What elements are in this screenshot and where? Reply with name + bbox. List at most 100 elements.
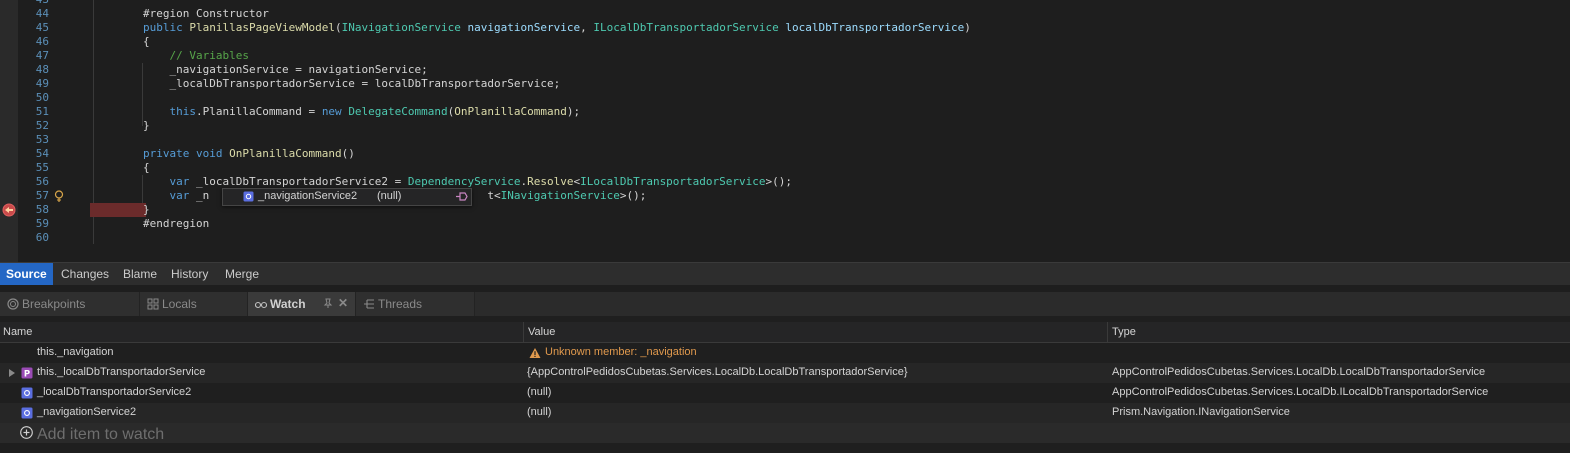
code-line[interactable]: 56 var _localDbTransportadorService2 = D… bbox=[0, 175, 1570, 189]
line-number[interactable]: 54 bbox=[20, 147, 49, 161]
code-line[interactable]: 52 } bbox=[0, 119, 1570, 133]
line-number[interactable]: 52 bbox=[20, 119, 49, 133]
column-divider[interactable] bbox=[1107, 322, 1108, 342]
tab-watch[interactable]: Watch ✕ bbox=[248, 292, 356, 316]
property-icon: P bbox=[21, 367, 33, 379]
line-number[interactable]: 56 bbox=[20, 175, 49, 189]
code-line[interactable]: 55 { bbox=[0, 161, 1570, 175]
line-number[interactable]: 59 bbox=[20, 217, 49, 231]
code-text[interactable]: #region Constructor bbox=[90, 7, 269, 21]
pin-icon[interactable] bbox=[455, 191, 469, 202]
code-token: INavigationService bbox=[341, 21, 468, 34]
tab-breakpoints[interactable]: Breakpoints bbox=[0, 292, 140, 316]
code-line[interactable]: 46 { bbox=[0, 35, 1570, 49]
code-line[interactable]: 44 #region Constructor bbox=[0, 7, 1570, 21]
line-number[interactable]: 44 bbox=[20, 7, 49, 21]
code-token: , bbox=[580, 21, 594, 34]
column-type[interactable]: Type bbox=[1112, 326, 1136, 338]
datatip-name: _navigationService2 bbox=[258, 190, 358, 202]
watch-row-value[interactable]: (null) bbox=[527, 406, 551, 418]
code-text[interactable]: #endregion bbox=[90, 217, 209, 231]
code-line[interactable]: 53 bbox=[0, 133, 1570, 147]
pin-tab-icon[interactable] bbox=[323, 297, 333, 309]
breakpoint-current-icon[interactable] bbox=[2, 203, 16, 217]
code-text[interactable]: public PlanillasPageViewModel(INavigatio… bbox=[90, 21, 971, 35]
expand-triangle-icon[interactable] bbox=[6, 367, 18, 379]
code-line[interactable]: 60 bbox=[0, 231, 1570, 245]
line-number[interactable]: 49 bbox=[20, 77, 49, 91]
code-line[interactable]: 49 _localDbTransportadorService = localD… bbox=[0, 77, 1570, 91]
code-token: private void bbox=[142, 147, 230, 160]
tab-locals[interactable]: Locals bbox=[140, 292, 248, 316]
watch-row[interactable]: _navigationService2 (null) Prism.Navigat… bbox=[0, 403, 1570, 423]
line-number[interactable]: 47 bbox=[20, 49, 49, 63]
add-watch-row[interactable]: Add item to watch bbox=[0, 423, 1570, 443]
code-line[interactable]: 48 _navigationService = navigationServic… bbox=[0, 63, 1570, 77]
code-token: _n bbox=[195, 189, 210, 202]
source-view-tabs: Source Changes Blame History Merge bbox=[0, 262, 1570, 285]
watch-row-value[interactable]: Unknown member: _navigation bbox=[545, 346, 697, 358]
line-number[interactable]: 57 bbox=[20, 189, 49, 203]
line-number[interactable]: 60 bbox=[20, 231, 49, 245]
watch-row[interactable]: P this._localDbTransportadorService {App… bbox=[0, 363, 1570, 383]
tab-changes[interactable]: Changes bbox=[55, 263, 115, 285]
code-editor[interactable]: 4344 #region Constructor45 public Planil… bbox=[0, 0, 1570, 262]
line-number[interactable]: 43 bbox=[20, 0, 49, 7]
watch-row[interactable]: _localDbTransportadorService2 (null) App… bbox=[0, 383, 1570, 403]
watch-row[interactable]: this._navigation Unknown member: _naviga… bbox=[0, 343, 1570, 363]
code-text[interactable]: _localDbTransportadorService = localDbTr… bbox=[90, 77, 560, 91]
tab-source[interactable]: Source bbox=[0, 263, 53, 285]
code-line[interactable]: 51 this.PlanillaCommand = new DelegateCo… bbox=[0, 105, 1570, 119]
code-text[interactable]: private void OnPlanillaCommand() bbox=[90, 147, 355, 161]
watch-row-name[interactable]: this._navigation bbox=[37, 346, 113, 358]
tab-threads[interactable]: Threads bbox=[356, 292, 475, 316]
code-token: { bbox=[142, 35, 150, 48]
code-text[interactable]: { bbox=[90, 161, 150, 175]
tab-history[interactable]: History bbox=[165, 263, 214, 285]
line-number[interactable]: 50 bbox=[20, 91, 49, 105]
code-line[interactable]: 43 bbox=[0, 0, 1570, 7]
code-token: _navigationService = navigationService; bbox=[142, 63, 428, 76]
column-divider[interactable] bbox=[523, 322, 524, 342]
watch-row-value[interactable]: (null) bbox=[527, 386, 551, 398]
line-number[interactable]: 58 bbox=[20, 203, 49, 217]
tab-blame[interactable]: Blame bbox=[117, 263, 163, 285]
watch-row-name[interactable]: _localDbTransportadorService2 bbox=[37, 386, 191, 398]
code-text[interactable]: { bbox=[90, 35, 150, 49]
code-line[interactable]: 47 // Variables bbox=[0, 49, 1570, 63]
code-text[interactable]: // Variables bbox=[90, 49, 248, 63]
watch-row-value[interactable]: {AppControlPedidosCubetas.Services.Local… bbox=[527, 366, 908, 378]
line-number[interactable]: 55 bbox=[20, 161, 49, 175]
column-name[interactable]: Name bbox=[3, 326, 32, 338]
line-number[interactable]: 51 bbox=[20, 105, 49, 119]
line-number[interactable]: 48 bbox=[20, 63, 49, 77]
code-text[interactable]: } bbox=[90, 119, 150, 133]
line-number[interactable]: 53 bbox=[20, 133, 49, 147]
line-number[interactable]: 46 bbox=[20, 35, 49, 49]
code-line[interactable]: 59 #endregion bbox=[0, 217, 1570, 231]
code-text[interactable]: } bbox=[90, 203, 150, 217]
code-text[interactable]: var _localDbTransportadorService2 = Depe… bbox=[90, 175, 792, 189]
watch-row-name[interactable]: this._localDbTransportadorService bbox=[37, 366, 205, 378]
lightbulb-icon[interactable] bbox=[52, 189, 66, 203]
datatip[interactable]: _navigationService2 (null) bbox=[222, 188, 472, 206]
code-token: { bbox=[142, 161, 150, 174]
code-text[interactable]: this.PlanillaCommand = new DelegateComma… bbox=[90, 105, 580, 119]
code-text[interactable]: _navigationService = navigationService; bbox=[90, 63, 428, 77]
watch-row-name[interactable]: _navigationService2 bbox=[37, 406, 136, 418]
add-circle-icon[interactable] bbox=[20, 426, 33, 439]
svg-text:P: P bbox=[24, 369, 30, 379]
line-number[interactable]: 45 bbox=[20, 21, 49, 35]
close-tab-icon[interactable]: ✕ bbox=[338, 297, 348, 309]
code-line[interactable]: 45 public PlanillasPageViewModel(INaviga… bbox=[0, 21, 1570, 35]
tab-merge[interactable]: Merge bbox=[219, 263, 265, 285]
add-watch-placeholder[interactable]: Add item to watch bbox=[37, 426, 164, 444]
column-value[interactable]: Value bbox=[528, 326, 555, 338]
code-token: ) bbox=[964, 21, 971, 34]
code-line[interactable]: 54 private void OnPlanillaCommand() bbox=[0, 147, 1570, 161]
code-line[interactable]: 50 bbox=[0, 91, 1570, 105]
